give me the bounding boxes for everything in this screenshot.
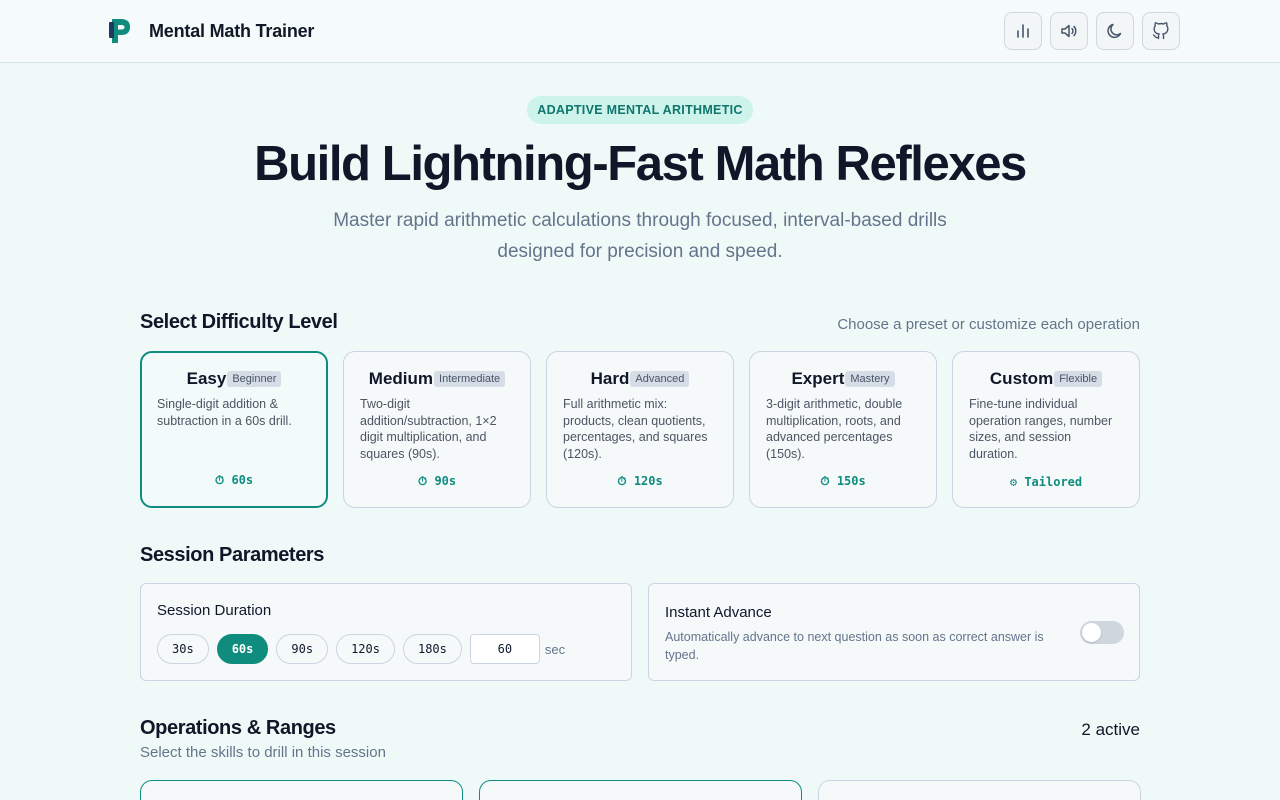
duration-60s-button[interactable]: 60s <box>216 634 269 664</box>
difficulty-heading: Select Difficulty Level <box>140 311 338 333</box>
card-description: 3-digit arithmetic, double multiplicatio… <box>766 397 903 461</box>
brand[interactable]: Mental Math Trainer <box>108 17 314 45</box>
toggle-knob <box>1082 623 1101 642</box>
bar-chart-icon <box>1017 24 1029 38</box>
difficulty-card-hard[interactable]: Hard Advanced Full arithmetic mix: produ… <box>546 351 734 508</box>
duration-options: 30s 60s 90s 120s 180s sec <box>157 634 565 664</box>
instant-advance-description: Automatically advance to next question a… <box>665 630 1044 662</box>
hero-subtitle-line1: Master rapid arithmetic calculations thr… <box>333 210 947 231</box>
card-duration: ⚙ Tailored <box>1009 475 1083 489</box>
card-duration: ⏱ 60s <box>214 473 254 487</box>
session-duration-panel: Session Duration 30s 60s 90s 120s 180s s… <box>140 583 632 681</box>
duration-180s-button[interactable]: 180s <box>402 634 462 664</box>
duration-90s-button[interactable]: 90s <box>276 634 329 664</box>
card-duration: ⏱ 150s <box>820 474 866 488</box>
github-button[interactable] <box>1142 12 1180 50</box>
card-description: Single-digit addition & subtraction in a… <box>157 397 292 428</box>
hero-subtitle-line2: designed for precision and speed. <box>497 241 783 262</box>
hero-badge: ADAPTIVE MENTAL ARITHMETIC <box>527 96 753 124</box>
theme-toggle-button[interactable] <box>1096 12 1134 50</box>
card-name: Easy <box>186 369 227 388</box>
operation-card[interactable] <box>140 780 463 800</box>
operation-card[interactable] <box>479 780 802 800</box>
instant-advance-toggle[interactable] <box>1080 621 1124 644</box>
card-tag: Flexible <box>1054 371 1103 387</box>
card-tag: Mastery <box>845 371 895 387</box>
card-tag: Intermediate <box>434 371 506 387</box>
stats-button[interactable] <box>1004 12 1042 50</box>
duration-30s-button[interactable]: 30s <box>157 634 209 664</box>
volume-icon <box>1061 24 1077 38</box>
card-duration: ⏱ 90s <box>417 474 457 488</box>
difficulty-card-medium[interactable]: Medium Intermediate Two-digit addition/s… <box>343 351 531 508</box>
card-description: Fine-tune individual operation ranges, n… <box>969 397 1113 461</box>
operations-active-count: 2 active <box>1081 720 1140 739</box>
duration-unit: sec <box>544 641 566 657</box>
header-toolbar <box>1004 12 1180 50</box>
card-name: Hard <box>590 369 630 388</box>
card-name: Expert <box>791 369 845 388</box>
duration-120s-button[interactable]: 120s <box>336 634 395 664</box>
difficulty-card-easy[interactable]: Easy Beginner Single-digit addition & su… <box>140 351 328 508</box>
card-duration: ⏱ 120s <box>617 474 663 488</box>
top-bar: Mental Math Trainer <box>0 0 1280 63</box>
hero-title: Build Lightning-Fast Math Reflexes <box>254 137 1027 191</box>
session-duration-label: Session Duration <box>157 602 272 619</box>
instant-advance-panel: Instant Advance Automatically advance to… <box>648 583 1140 681</box>
sound-button[interactable] <box>1050 12 1088 50</box>
difficulty-card-custom[interactable]: Custom Flexible Fine-tune individual ope… <box>952 351 1140 508</box>
app-title: Mental Math Trainer <box>149 20 315 41</box>
operations-heading: Operations & Ranges <box>140 717 336 739</box>
card-name: Custom <box>989 369 1054 388</box>
instant-advance-label: Instant Advance <box>665 604 772 621</box>
custom-duration-input[interactable] <box>469 634 540 664</box>
github-icon <box>1152 22 1169 40</box>
difficulty-note: Choose a preset or customize each operat… <box>837 316 1140 333</box>
hero-subtitle: Master rapid arithmetic calculations thr… <box>320 205 960 267</box>
difficulty-card-expert[interactable]: Expert Mastery 3-digit arithmetic, doubl… <box>749 351 937 508</box>
card-tag: Advanced <box>630 371 690 387</box>
card-description: Two-digit addition/subtraction, 1×2 digi… <box>360 397 497 461</box>
session-heading: Session Parameters <box>140 544 325 566</box>
moon-icon <box>1107 23 1122 39</box>
difficulty-cards: Easy Beginner Single-digit addition & su… <box>140 351 1140 508</box>
operation-card[interactable] <box>818 780 1141 800</box>
operations-subtitle: Select the skills to drill in this sessi… <box>140 744 386 761</box>
card-tag: Beginner <box>227 371 282 387</box>
card-description: Full arithmetic mix: products, clean quo… <box>563 397 708 461</box>
app-logo-icon <box>109 19 130 43</box>
card-name: Medium <box>368 369 434 388</box>
